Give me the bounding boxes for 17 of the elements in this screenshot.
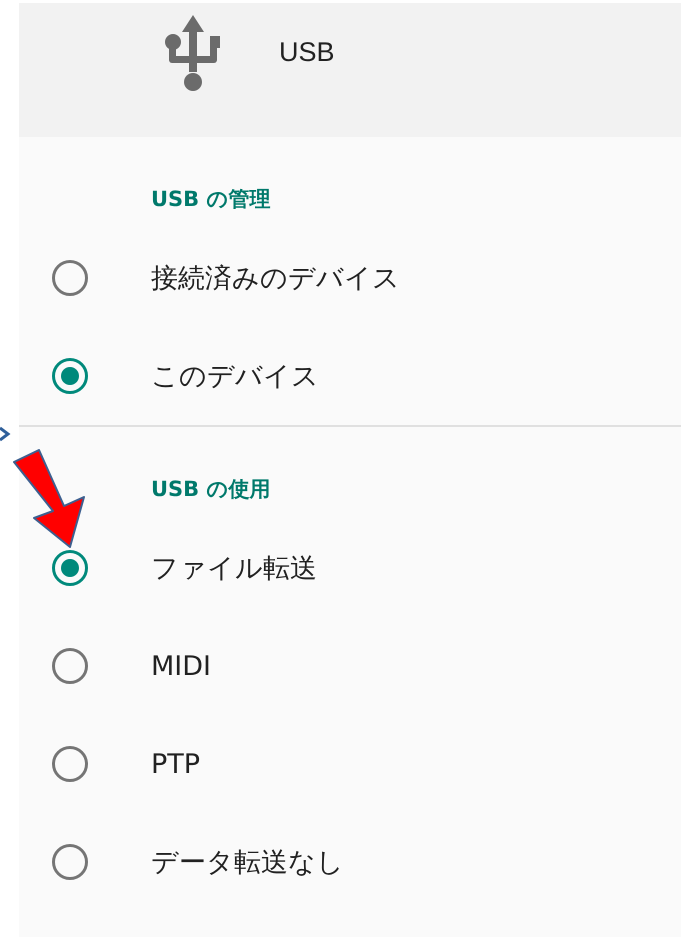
usb-icon [164,14,222,94]
radio-button[interactable] [52,358,88,394]
radio-button[interactable] [52,648,88,684]
usb-title: USB [279,37,335,68]
radio-button[interactable] [52,844,88,880]
section-title: USB の使用 [151,477,272,501]
option-label[interactable]: 接続済みのデバイス [151,260,400,296]
annotation-mark-icon [0,426,12,442]
option-label[interactable]: PTP [151,748,200,780]
section-title: USB の管理 [151,187,272,211]
radio-button[interactable] [52,260,88,296]
option-label[interactable]: MIDI [151,650,212,682]
option-label[interactable]: データ転送なし [151,844,344,880]
radio-button[interactable] [52,746,88,782]
option-label[interactable]: このデバイス [151,358,319,394]
option-label[interactable]: ファイル転送 [151,550,317,586]
radio-button[interactable] [52,550,88,586]
